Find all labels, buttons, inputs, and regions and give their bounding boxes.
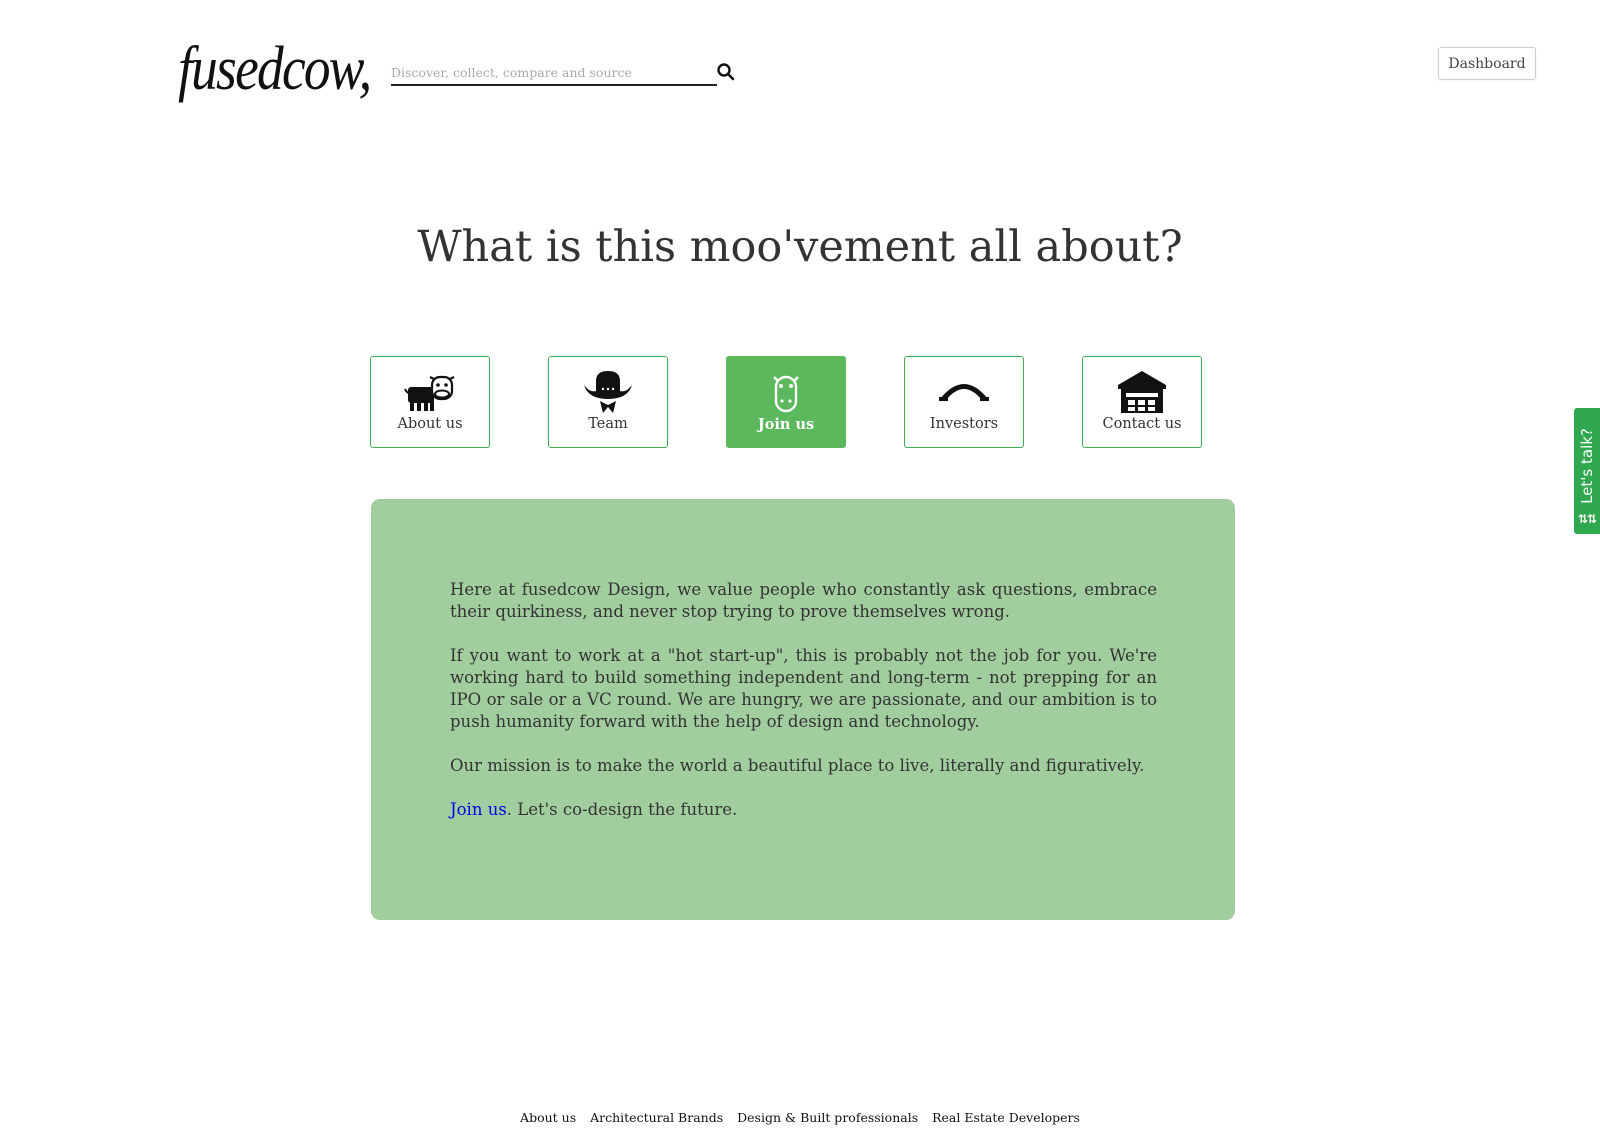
panel-paragraph-2: If you want to work at a "hot start-up",… xyxy=(450,646,1157,731)
arch-icon xyxy=(939,384,989,401)
cowboy-hat-icon xyxy=(584,371,632,413)
tab-label: Team xyxy=(588,416,628,432)
lets-talk-tab[interactable]: Let's talk? ⇅⇅ xyxy=(1574,408,1600,534)
dashboard-button[interactable]: Dashboard xyxy=(1438,47,1536,80)
search-input[interactable] xyxy=(391,62,691,82)
barn-icon xyxy=(1118,371,1166,413)
footer-link-architectural-brands[interactable]: Architectural Brands xyxy=(590,1110,723,1125)
lets-talk-label: Let's talk? xyxy=(1578,428,1596,504)
join-us-panel: Here at fusedcow Design, we value people… xyxy=(371,499,1235,920)
logo[interactable]: fusedcow, xyxy=(178,36,372,102)
page-title: What is this moo'vement all about? xyxy=(417,222,1183,272)
section-tabs: About us Team Join us Investors Contact … xyxy=(370,356,1202,448)
panel-paragraph-4: Join us. Let's co-design the future. xyxy=(450,799,1157,821)
tab-team[interactable]: Team xyxy=(548,356,668,448)
cow-face-icon xyxy=(773,375,799,413)
footer-link-design-built[interactable]: Design & Built professionals xyxy=(737,1110,918,1125)
tab-contact-us[interactable]: Contact us xyxy=(1082,356,1202,448)
tab-label: Contact us xyxy=(1102,416,1182,432)
up-down-arrows-icon: ⇅⇅ xyxy=(1577,512,1597,526)
cow-icon xyxy=(404,375,455,411)
tab-label: About us xyxy=(397,416,463,432)
tab-label: Join us xyxy=(757,416,815,433)
panel-paragraph-1: Here at fusedcow Design, we value people… xyxy=(450,580,1157,621)
tab-investors[interactable]: Investors xyxy=(904,356,1024,448)
search-bar xyxy=(391,62,735,86)
panel-paragraph-3: Our mission is to make the world a beaut… xyxy=(450,756,1145,775)
search-icon[interactable] xyxy=(716,62,736,82)
panel-paragraph-4-text: . Let's co-design the future. xyxy=(506,800,738,819)
join-us-link[interactable]: Join us xyxy=(450,800,507,819)
tab-about-us[interactable]: About us xyxy=(370,356,490,448)
footer-link-about-us[interactable]: About us xyxy=(520,1110,576,1125)
footer-link-real-estate[interactable]: Real Estate Developers xyxy=(932,1110,1080,1125)
footer-nav: About us Architectural Brands Design & B… xyxy=(0,1110,1600,1125)
tab-join-us[interactable]: Join us xyxy=(726,356,846,448)
tab-label: Investors xyxy=(929,416,999,432)
